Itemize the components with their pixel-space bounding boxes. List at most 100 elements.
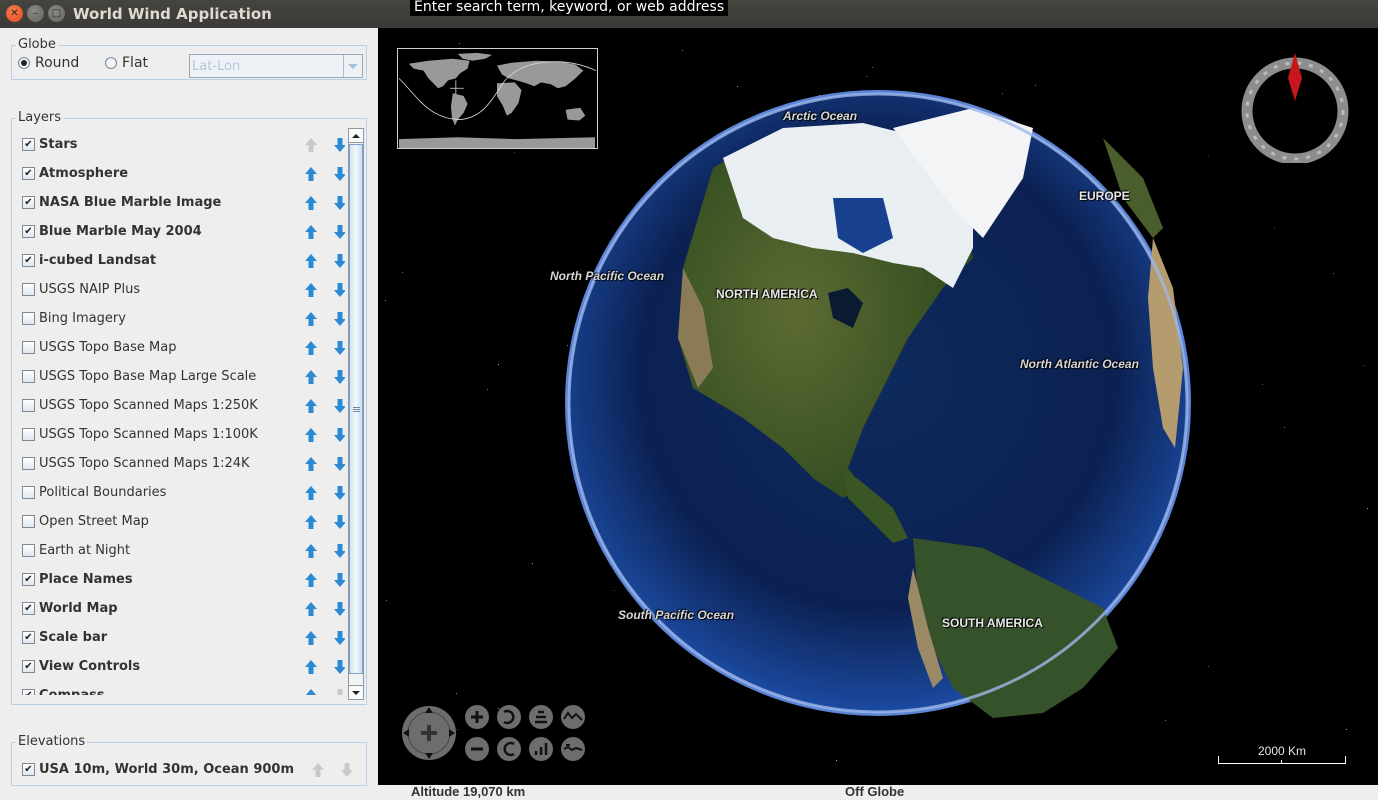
move-down-icon[interactable] (333, 137, 345, 153)
move-down-icon[interactable] (333, 398, 345, 414)
move-down-icon[interactable] (333, 543, 345, 559)
layer-checkbox[interactable] (22, 399, 35, 412)
layer-row: Political Boundaries (22, 478, 345, 507)
move-down-icon[interactable] (333, 630, 345, 646)
scale-bar: 2000 Km (1218, 744, 1346, 764)
layer-checkbox[interactable]: ✔ (22, 196, 35, 209)
move-up-icon[interactable] (304, 572, 318, 588)
projection-dropdown[interactable]: Lat-Lon (189, 54, 363, 78)
layer-name: Blue Marble May 2004 (39, 224, 202, 239)
elevation-checkbox[interactable]: ✔ (22, 763, 35, 776)
star (1284, 427, 1285, 428)
maximize-window-button[interactable]: □ (48, 5, 65, 22)
move-down-icon[interactable] (333, 311, 345, 327)
move-up-icon[interactable] (304, 688, 318, 696)
scroll-up-button[interactable] (349, 129, 363, 143)
layer-checkbox[interactable]: ✔ (22, 660, 35, 673)
compass[interactable] (1240, 53, 1350, 163)
pitch-up-button[interactable] (529, 705, 553, 729)
layer-checkbox[interactable] (22, 370, 35, 383)
zoom-out-button[interactable] (465, 737, 489, 761)
move-down-icon[interactable] (333, 427, 345, 443)
place-arctic-ocean: Arctic Ocean (783, 109, 858, 123)
scroll-thumb[interactable] (349, 144, 363, 674)
layers-group: Layers ✔ Stars ✔ Atmosphere ✔ NASA Blue Marbl… (11, 110, 367, 705)
move-up-icon[interactable] (304, 659, 318, 675)
layer-checkbox[interactable]: ✔ (22, 631, 35, 644)
layer-checkbox[interactable]: ✔ (22, 573, 35, 586)
star (1367, 508, 1368, 509)
layer-row: USGS Topo Scanned Maps 1:100K (22, 420, 345, 449)
move-down-icon[interactable] (333, 195, 345, 211)
move-down-icon[interactable] (333, 224, 345, 240)
layer-checkbox[interactable]: ✔ (22, 167, 35, 180)
move-down-icon[interactable] (333, 485, 345, 501)
move-up-icon[interactable] (304, 543, 318, 559)
move-up-icon[interactable] (304, 630, 318, 646)
move-down-icon[interactable] (333, 659, 345, 675)
globe-view[interactable]: Arctic Ocean North Pacific Ocean NORTH A… (378, 28, 1378, 785)
scroll-down-button[interactable] (349, 685, 363, 699)
minimize-window-button[interactable]: – (27, 5, 44, 22)
move-down-icon[interactable] (333, 340, 345, 356)
heading-right-button[interactable] (497, 737, 521, 761)
layer-checkbox[interactable] (22, 457, 35, 470)
move-down-icon[interactable] (333, 282, 345, 298)
layer-name: Political Boundaries (39, 485, 167, 500)
vertical-exaggeration-up-button[interactable] (561, 705, 585, 729)
move-down-icon[interactable] (333, 514, 345, 530)
move-down-icon[interactable] (333, 456, 345, 472)
move-up-icon[interactable] (304, 369, 318, 385)
move-up-icon[interactable] (304, 340, 318, 356)
pitch-down-button[interactable] (529, 737, 553, 761)
round-radio[interactable]: Round (18, 55, 79, 71)
layer-row: ✔ Compass (22, 681, 345, 695)
layer-checkbox[interactable] (22, 283, 35, 296)
move-up-icon[interactable] (304, 601, 318, 617)
zoom-in-button[interactable] (465, 705, 489, 729)
layer-checkbox[interactable] (22, 428, 35, 441)
move-up-icon[interactable] (304, 311, 318, 327)
close-window-button[interactable]: ✕ (6, 5, 23, 22)
move-up-icon[interactable] (304, 514, 318, 530)
view-controls (402, 705, 585, 761)
move-down-icon[interactable] (333, 253, 345, 269)
pan-control[interactable] (402, 706, 456, 760)
layer-checkbox[interactable]: ✔ (22, 689, 35, 695)
layer-checkbox[interactable]: ✔ (22, 602, 35, 615)
move-down-icon[interactable] (333, 369, 345, 385)
move-up-icon[interactable] (304, 427, 318, 443)
move-up-icon[interactable] (304, 485, 318, 501)
move-down-icon[interactable] (333, 572, 345, 588)
layer-checkbox[interactable]: ✔ (22, 225, 35, 238)
heading-left-button[interactable] (497, 705, 521, 729)
layer-checkbox[interactable] (22, 515, 35, 528)
flat-radio[interactable]: Flat (105, 55, 148, 71)
star (1208, 666, 1209, 667)
layer-row: ✔ Place Names (22, 565, 345, 594)
move-down-icon[interactable] (333, 166, 345, 182)
move-up-icon[interactable] (304, 224, 318, 240)
star (1333, 273, 1334, 274)
layer-checkbox[interactable] (22, 544, 35, 557)
layer-name: USGS Topo Base Map Large Scale (39, 369, 257, 384)
round-label: Round (35, 55, 80, 71)
vertical-exaggeration-down-button[interactable] (561, 737, 585, 761)
layer-checkbox[interactable] (22, 486, 35, 499)
layer-checkbox[interactable] (22, 341, 35, 354)
move-down-icon[interactable] (333, 601, 345, 617)
move-up-icon[interactable] (304, 398, 318, 414)
globe[interactable] (563, 88, 1193, 722)
layer-checkbox[interactable] (22, 312, 35, 325)
layer-row: USGS Topo Scanned Maps 1:24K (22, 449, 345, 478)
move-up-icon[interactable] (304, 253, 318, 269)
place-south-america: SOUTH AMERICA (942, 616, 1043, 630)
layers-scrollbar[interactable] (348, 128, 364, 700)
move-up-icon[interactable] (304, 195, 318, 211)
layer-checkbox[interactable]: ✔ (22, 254, 35, 267)
move-up-icon[interactable] (304, 456, 318, 472)
move-up-icon[interactable] (304, 282, 318, 298)
layer-checkbox[interactable]: ✔ (22, 138, 35, 151)
layer-row: ✔ Scale bar (22, 623, 345, 652)
move-up-icon[interactable] (304, 166, 318, 182)
